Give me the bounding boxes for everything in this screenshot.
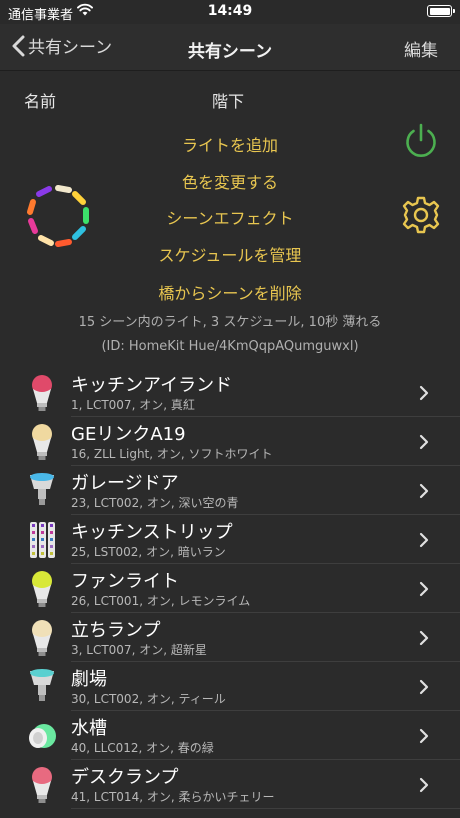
light-name: キッチンアイランド <box>71 375 233 396</box>
bulb-icon <box>26 373 58 413</box>
light-row[interactable]: ガレージドア 23, LCT002, オン, 深い空の青 <box>0 466 460 515</box>
gear-icon[interactable] <box>401 195 441 235</box>
status-bar: 通信事業者 14:49 <box>0 0 460 24</box>
light-row[interactable]: デスクランプ 41, LCT014, オン, 柔らかいチェリー <box>0 760 460 809</box>
light-detail: 16, ZLL Light, オン, ソフトホワイト <box>71 447 273 461</box>
light-detail: 26, LCT001, オン, レモンライム <box>71 594 251 608</box>
light-detail: 40, LLC012, オン, 春の緑 <box>71 741 214 755</box>
light-name: 劇場 <box>71 669 107 690</box>
light-detail: 1, LCT007, オン, 真紅 <box>71 398 195 412</box>
clock: 14:49 <box>207 3 253 19</box>
light-detail: 23, LCT002, オン, 深い空の青 <box>71 496 239 510</box>
downlight-icon <box>26 667 58 707</box>
chevron-right-icon <box>419 532 429 548</box>
bulb-icon <box>26 618 58 658</box>
scene-detail: 名前 階下 ライトを追加 色を変更する シーンエフェクト スケジュールを管理 橋… <box>0 71 460 818</box>
light-name: ガレージドア <box>71 473 179 494</box>
chevron-right-icon <box>419 581 429 597</box>
chevron-right-icon <box>419 777 429 793</box>
light-row[interactable]: 立ちランプ 3, LCT007, オン, 超新星 <box>0 613 460 662</box>
edit-button[interactable]: 編集 <box>404 36 438 61</box>
light-name: 立ちランプ <box>71 620 161 641</box>
scene-id: (ID: HomeKit Hue/4KmQqpAQumguwxl) <box>101 339 359 354</box>
bulb-icon <box>26 569 58 609</box>
light-row[interactable]: キッチンストリップ 25, LST002, オン, 暗いラン <box>0 515 460 564</box>
chevron-right-icon <box>419 630 429 646</box>
scene-name-label: 名前 <box>24 92 57 111</box>
power-button-icon[interactable] <box>402 122 440 160</box>
light-detail: 25, LST002, オン, 暗いラン <box>71 545 226 559</box>
chevron-right-icon <box>419 679 429 695</box>
light-detail: 41, LCT014, オン, 柔らかいチェリー <box>71 790 275 804</box>
row-divider <box>71 808 460 809</box>
add-light-button[interactable]: ライトを追加 <box>0 132 460 156</box>
light-name: キッチンストリップ <box>71 522 233 543</box>
chevron-right-icon <box>419 728 429 744</box>
light-list: キッチンアイランド 1, LCT007, オン, 真紅 GEリンクA19 16, ZL… <box>0 368 460 809</box>
light-name: デスクランプ <box>71 767 179 788</box>
bloom-icon <box>26 716 58 756</box>
delete-scene-button[interactable]: 橋からシーンを削除 <box>0 280 460 304</box>
page-title: 共有シーン <box>187 42 273 62</box>
lightstrip-icon <box>26 520 58 560</box>
chevron-right-icon <box>419 434 429 450</box>
light-row[interactable]: 水槽 40, LLC012, オン, 春の緑 <box>0 711 460 760</box>
chevron-right-icon <box>419 483 429 499</box>
color-wheel-icon[interactable] <box>23 181 93 251</box>
light-name: ファンライト <box>71 571 179 592</box>
downlight-icon <box>26 471 58 511</box>
chevron-right-icon <box>419 385 429 401</box>
light-row[interactable]: 劇場 30, LCT002, オン, ティール <box>0 662 460 711</box>
light-name: 水槽 <box>71 718 107 739</box>
light-detail: 30, LCT002, オン, ティール <box>71 692 226 706</box>
battery-icon <box>427 5 455 17</box>
scene-summary: 15 シーン内のライト, 3 スケジュール, 10秒 薄れる <box>78 315 382 330</box>
navigation-bar: 共有シーン 共有シーン 編集 <box>0 24 460 71</box>
light-detail: 3, LCT007, オン, 超新星 <box>71 643 207 657</box>
bulb-icon <box>26 422 58 462</box>
scene-name-value[interactable]: 階下 <box>212 88 244 112</box>
bulb-icon <box>26 765 58 805</box>
light-name: GEリンクA19 <box>71 424 186 445</box>
light-row[interactable]: GEリンクA19 16, ZLL Light, オン, ソフトホワイト <box>0 417 460 466</box>
light-row[interactable]: ファンライト 26, LCT001, オン, レモンライム <box>0 564 460 613</box>
light-row[interactable]: キッチンアイランド 1, LCT007, オン, 真紅 <box>0 368 460 417</box>
